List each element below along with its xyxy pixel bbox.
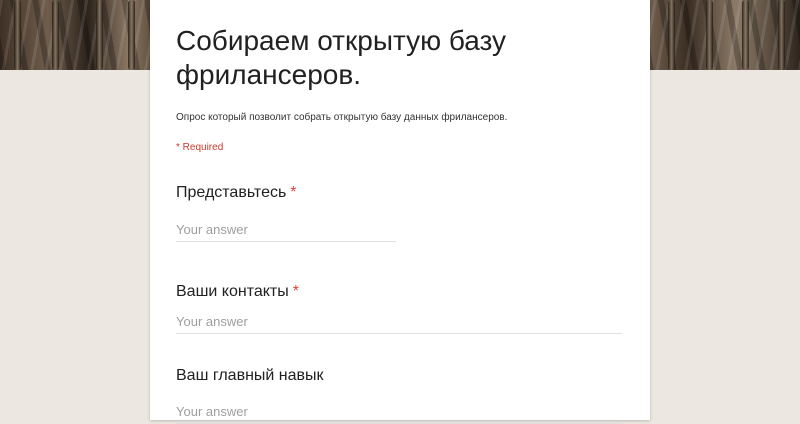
question-contacts: Ваши контакты * xyxy=(176,283,622,334)
required-note: * Required xyxy=(176,142,224,153)
required-asterisk: * xyxy=(292,283,299,300)
form-description: Опрос который позволит собрать открытую … xyxy=(176,112,508,123)
name-answer-input[interactable] xyxy=(176,222,396,242)
question-label: Ваш главный навык xyxy=(176,367,324,384)
form-card: Собираем открытую базу фрилансеров. Опро… xyxy=(150,0,650,424)
header-brush-stroke xyxy=(742,0,749,70)
question-label: Ваши контакты xyxy=(176,283,289,300)
header-brush-stroke xyxy=(778,0,785,70)
question-main-skill: Ваш главный навык xyxy=(176,367,622,424)
header-brush-stroke xyxy=(706,0,713,70)
required-asterisk: * xyxy=(290,184,297,201)
header-brush-stroke xyxy=(96,0,103,70)
form-title: Собираем открытую базу фрилансеров. xyxy=(176,25,507,90)
header-brush-stroke xyxy=(128,0,135,70)
main-skill-answer-input[interactable] xyxy=(176,404,622,424)
question-label: Представьтесь xyxy=(176,184,287,201)
header-brush-stroke xyxy=(52,0,59,70)
header-brush-stroke xyxy=(14,0,21,70)
header-brush-stroke xyxy=(668,0,675,70)
contacts-answer-input[interactable] xyxy=(176,314,622,334)
question-name: Представьтесь * xyxy=(176,184,396,242)
